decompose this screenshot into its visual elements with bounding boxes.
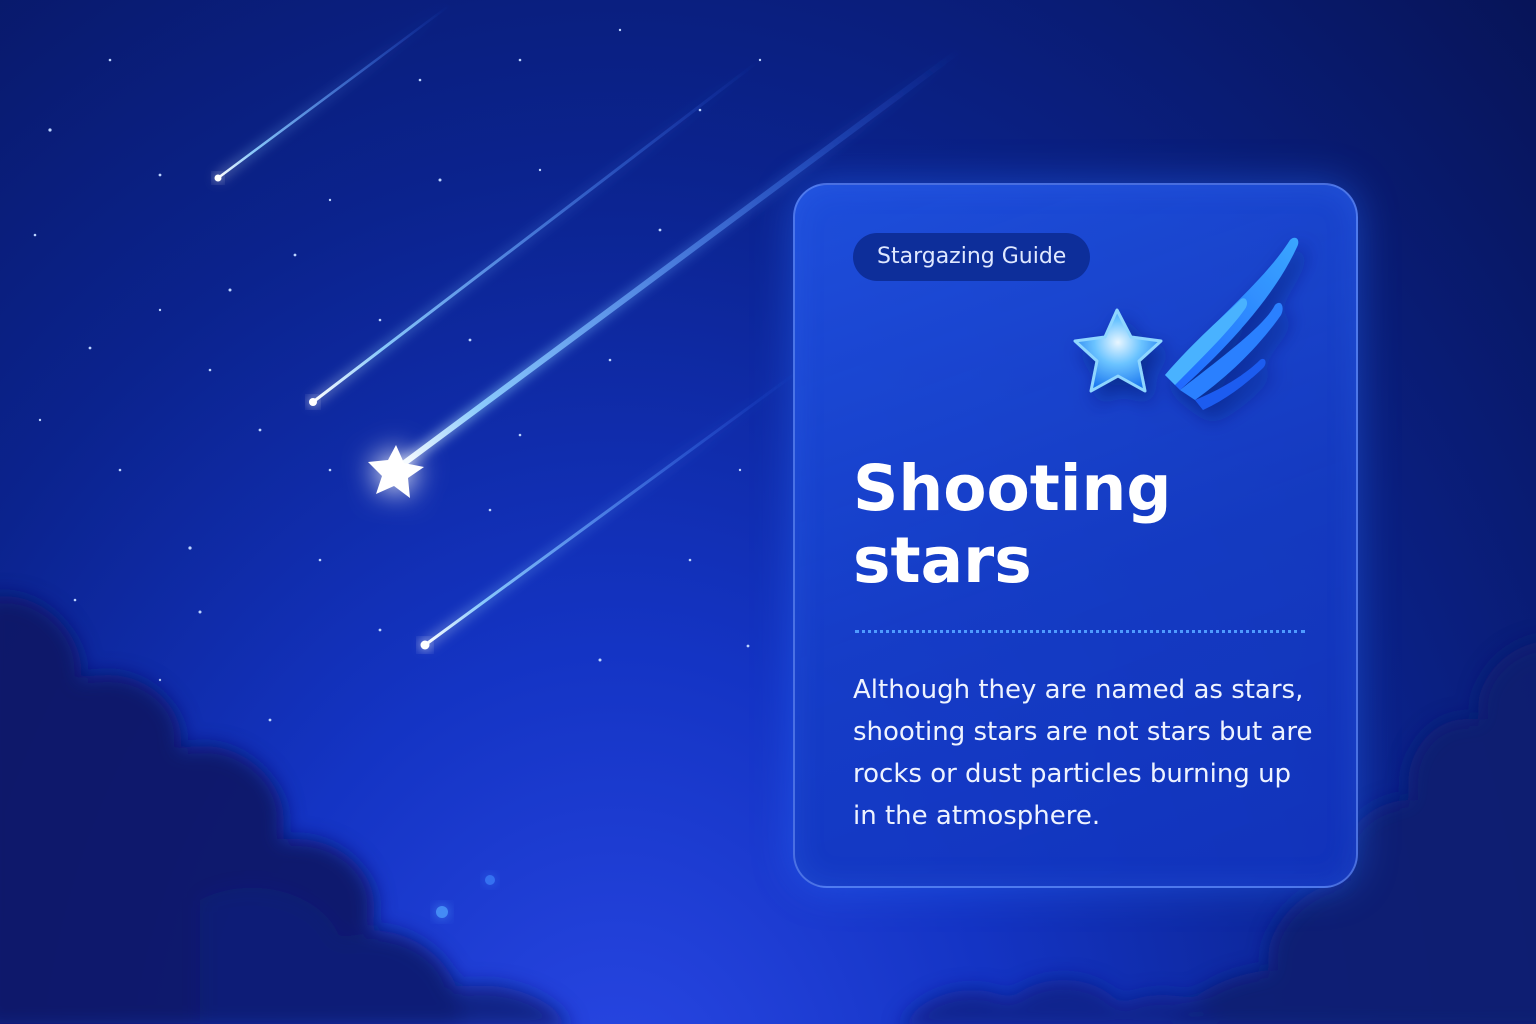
info-card: Stargazing Guide Shooting stars Although… <box>793 183 1358 888</box>
meteor-trail <box>216 3 452 180</box>
shooting-star-icon <box>1073 237 1299 410</box>
distant-light <box>485 875 495 885</box>
background-stars <box>33 28 762 722</box>
meteor-head <box>309 398 317 406</box>
card-title: Shooting stars <box>853 452 1172 597</box>
distant-light <box>436 906 448 918</box>
dotted-divider <box>855 630 1305 633</box>
card-description: Although they are named as stars, shooti… <box>853 675 1313 831</box>
meteor-trail <box>311 58 762 404</box>
meteor-trail <box>423 368 802 647</box>
meteor-heads <box>214 174 430 650</box>
meteor-head <box>214 174 222 182</box>
meteor-head <box>420 640 430 650</box>
